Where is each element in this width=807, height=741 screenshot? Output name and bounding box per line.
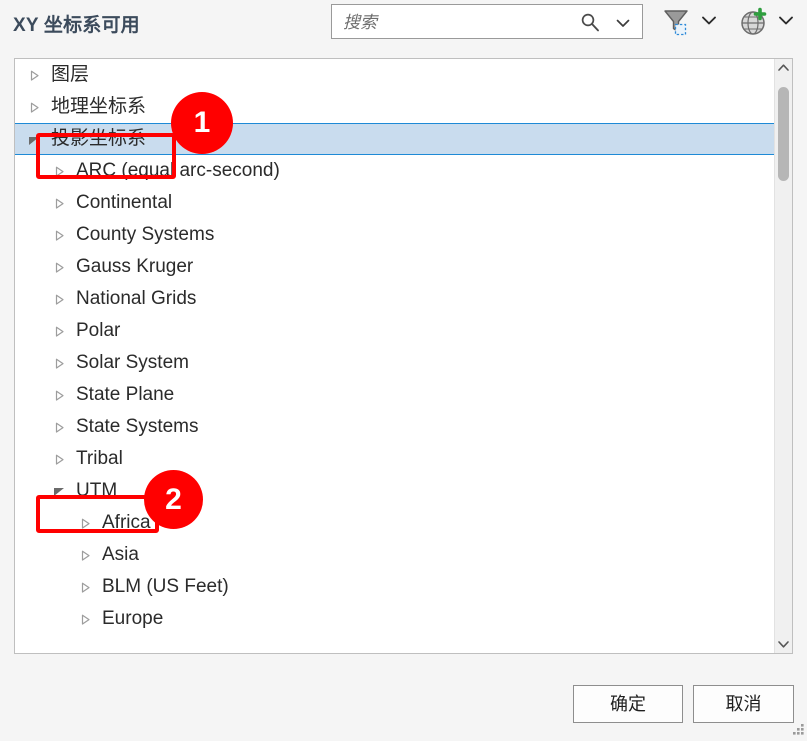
search-box[interactable] [331,4,643,40]
expander-expand-triangle-icon[interactable] [53,443,67,475]
tree-item-arc-equal-arc-second[interactable]: ARC (equal arc-second) [15,155,775,187]
tree-item-label: State Systems [76,416,199,437]
expander-expand-triangle-icon[interactable] [28,59,42,91]
search-input[interactable] [341,5,595,40]
expander-expand-triangle-icon[interactable] [53,315,67,347]
tree-item-africa[interactable]: Africa [15,507,775,539]
tree-item-label: BLM (US Feet) [102,576,229,597]
expander-expand-triangle-icon[interactable] [53,251,67,283]
tree-rows-container: 图层地理坐标系投影坐标系 ARC (equal arc-second) Contin… [15,59,775,653]
expander-expand-triangle-icon[interactable] [53,379,67,411]
page-title: XY 坐标系可用 [13,15,140,36]
tree-item-label: State Plane [76,384,175,405]
expander-expand-triangle-icon[interactable] [53,219,67,251]
expander-expand-triangle-icon[interactable] [28,91,42,123]
tree-item-投影坐标系[interactable]: 投影坐标系 [15,123,775,155]
tree-item-europe[interactable]: Europe [15,603,775,635]
tree-item-asia[interactable]: Asia [15,539,775,571]
tree-item-label: 投影坐标系 [51,128,147,149]
filter-dropdown-chevron-down-icon[interactable] [700,13,718,25]
tree-item-label: National Grids [76,288,197,309]
tree-item-continental[interactable]: Continental [15,187,775,219]
tree-item-label: Europe [102,608,164,629]
expander-expand-triangle-icon[interactable] [53,411,67,443]
expander-expand-triangle-icon[interactable] [53,283,67,315]
dialog-header: XY 坐标系可用 [0,0,807,46]
expander-collapse-triangle-icon[interactable] [28,124,42,156]
tree-item-label: Tribal [76,448,123,469]
scrollbar-chevron-down-icon[interactable] [775,635,792,653]
globe-add-icon[interactable] [738,6,770,38]
filter-funnel-icon[interactable] [661,7,691,37]
tree-item-label: ARC (equal arc-second) [76,160,280,181]
tree-item-gauss-kruger[interactable]: Gauss Kruger [15,251,775,283]
search-icon[interactable] [580,12,600,32]
globe-dropdown-chevron-down-icon[interactable] [777,13,795,25]
search-dropdown-chevron-down-icon[interactable] [615,16,631,28]
tree-scrollbar[interactable] [774,59,792,653]
expander-expand-triangle-icon[interactable] [79,571,93,603]
tree-item-图层[interactable]: 图层 [15,59,775,91]
tree-item-label: 图层 [51,64,90,85]
expander-expand-triangle-icon[interactable] [53,187,67,219]
tree-item-label: 地理坐标系 [51,96,147,117]
expander-expand-triangle-icon[interactable] [53,347,67,379]
tree-item-solar-system[interactable]: Solar System [15,347,775,379]
expander-expand-triangle-icon[interactable] [79,603,93,635]
tree-item-national-grids[interactable]: National Grids [15,283,775,315]
coordinate-system-tree[interactable]: 图层地理坐标系投影坐标系 ARC (equal arc-second) Contin… [14,58,793,654]
tree-item-county-systems[interactable]: County Systems [15,219,775,251]
tree-item-tribal[interactable]: Tribal [15,443,775,475]
tree-item-label: County Systems [76,224,215,245]
tree-item-label: Gauss Kruger [76,256,194,277]
tree-item-blm-us-feet[interactable]: BLM (US Feet) [15,571,775,603]
tree-item-state-systems[interactable]: State Systems [15,411,775,443]
tree-item-label: Africa [102,512,151,533]
expander-expand-triangle-icon[interactable] [79,507,93,539]
tree-item-地理坐标系[interactable]: 地理坐标系 [15,91,775,123]
tree-item-label: Solar System [76,352,189,373]
resize-grip[interactable] [791,722,805,736]
tree-item-polar[interactable]: Polar [15,315,775,347]
expander-collapse-triangle-icon[interactable] [53,475,67,507]
expander-expand-triangle-icon[interactable] [79,539,93,571]
scrollbar-chevron-up-icon[interactable] [775,59,792,77]
scrollbar-thumb[interactable] [778,87,789,181]
tree-item-label: Asia [102,544,139,565]
expander-expand-triangle-icon[interactable] [53,155,67,187]
tree-item-label: Polar [76,320,121,341]
tree-item-state-plane[interactable]: State Plane [15,379,775,411]
cancel-button[interactable]: 取消 [693,685,794,723]
tree-item-utm[interactable]: UTM [15,475,775,507]
ok-button[interactable]: 确定 [573,685,683,723]
tree-item-label: Continental [76,192,173,213]
tree-item-label: UTM [76,480,118,501]
